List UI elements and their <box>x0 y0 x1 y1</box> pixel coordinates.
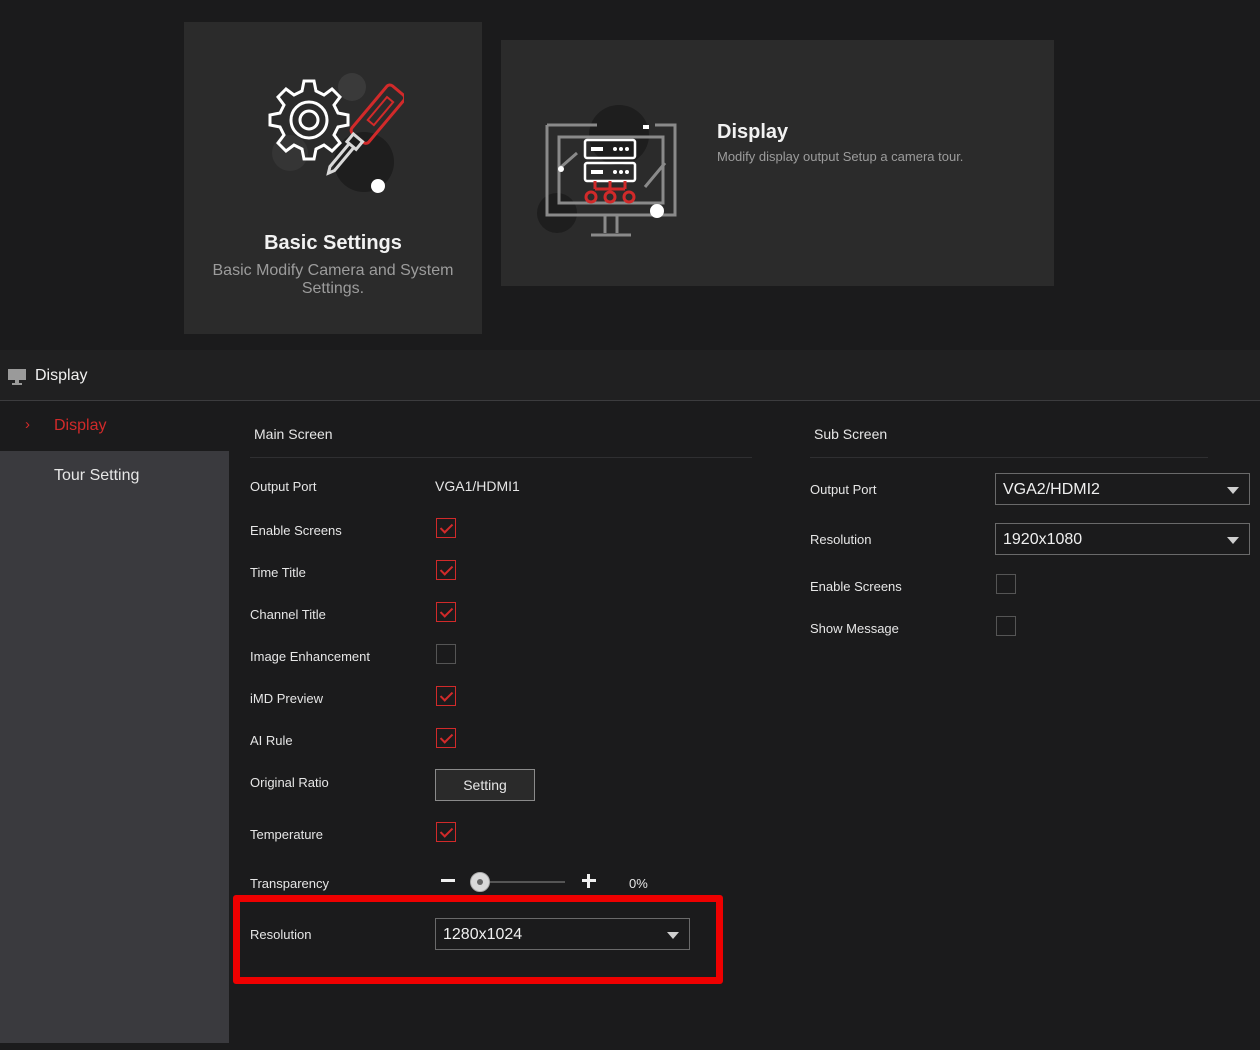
image-enhancement-label: Image Enhancement <box>250 649 370 664</box>
sub-resolution-dropdown[interactable]: 1920x1080 <box>995 523 1250 555</box>
main-screen-title: Main Screen <box>254 426 333 442</box>
channel-title-checkbox[interactable] <box>436 602 456 622</box>
plus-icon-stem <box>587 874 590 888</box>
transparency-increase-button[interactable] <box>581 873 597 889</box>
original-ratio-label: Original Ratio <box>250 775 329 790</box>
temperature-label: Temperature <box>250 827 323 842</box>
sub-output-port-selected-value: VGA2/HDMI2 <box>1003 481 1100 498</box>
time-title-checkbox[interactable] <box>436 560 456 580</box>
sub-screen-title: Sub Screen <box>814 426 888 442</box>
transparency-label: Transparency <box>250 876 329 891</box>
channel-title-label: Channel Title <box>250 607 326 622</box>
monitor-server-icon <box>537 105 677 237</box>
enable-screens-checkbox[interactable] <box>436 518 456 538</box>
show-message-checkbox[interactable] <box>996 616 1016 636</box>
display-card[interactable]: Display Modify display output Setup a ca… <box>501 40 1054 286</box>
sub-resolution-label: Resolution <box>810 532 872 547</box>
sidebar-item-tour-setting[interactable]: Tour Setting <box>0 451 229 501</box>
imd-preview-checkbox[interactable] <box>436 686 456 706</box>
basic-settings-title: Basic Settings <box>264 232 402 254</box>
ai-rule-label: AI Rule <box>250 733 293 748</box>
sidebar-item-display[interactable]: › Display <box>0 401 229 451</box>
output-port-value: VGA1/HDMI1 <box>435 478 520 494</box>
transparency-slider-track[interactable] <box>478 881 565 883</box>
imd-preview-label: iMD Preview <box>250 691 323 706</box>
transparency-slider-handle[interactable] <box>470 872 490 892</box>
top-menu-area: Basic Settings Basic Modify Camera and S… <box>0 0 1260 350</box>
sub-output-port-dropdown[interactable]: VGA2/HDMI2 <box>995 473 1250 505</box>
sub-resolution-selected-value: 1920x1080 <box>1003 531 1083 548</box>
output-port-label: Output Port <box>250 479 317 494</box>
display-card-description: Modify display output Setup a camera tou… <box>717 149 964 164</box>
ai-rule-checkbox[interactable] <box>436 728 456 748</box>
gear-screwdriver-icon <box>268 73 404 193</box>
time-title-label: Time Title <box>250 565 306 580</box>
monitor-icon <box>8 369 26 385</box>
chevron-right-icon: › <box>25 416 30 433</box>
image-enhancement-checkbox[interactable] <box>436 644 456 664</box>
temperature-checkbox[interactable] <box>436 822 456 842</box>
show-message-label: Show Message <box>810 621 899 636</box>
section-header-title: Display <box>35 367 88 384</box>
basic-settings-card[interactable]: Basic Settings Basic Modify Camera and S… <box>184 22 482 334</box>
original-ratio-setting-button[interactable]: Setting <box>435 769 535 801</box>
main-screen-divider <box>250 457 752 458</box>
transparency-value: 0% <box>629 876 648 891</box>
sidebar-item-label: Tour Setting <box>54 467 140 484</box>
sub-screen-divider <box>810 457 1208 458</box>
basic-settings-description: Basic Modify Camera and System Settings. <box>212 262 454 297</box>
sidebar: › Display Tour Setting <box>0 401 229 1043</box>
sub-enable-screens-checkbox[interactable] <box>996 574 1016 594</box>
dropdown-arrow-icon <box>1227 487 1239 494</box>
transparency-decrease-button[interactable] <box>441 879 455 882</box>
resolution-highlight-box <box>233 895 723 984</box>
sub-output-port-label: Output Port <box>810 482 877 497</box>
section-header: Display <box>0 350 1260 401</box>
display-card-title: Display <box>717 121 789 143</box>
sidebar-item-label: Display <box>54 417 107 434</box>
dropdown-arrow-icon <box>1227 537 1239 544</box>
enable-screens-label: Enable Screens <box>250 523 342 538</box>
sub-enable-screens-label: Enable Screens <box>810 579 902 594</box>
